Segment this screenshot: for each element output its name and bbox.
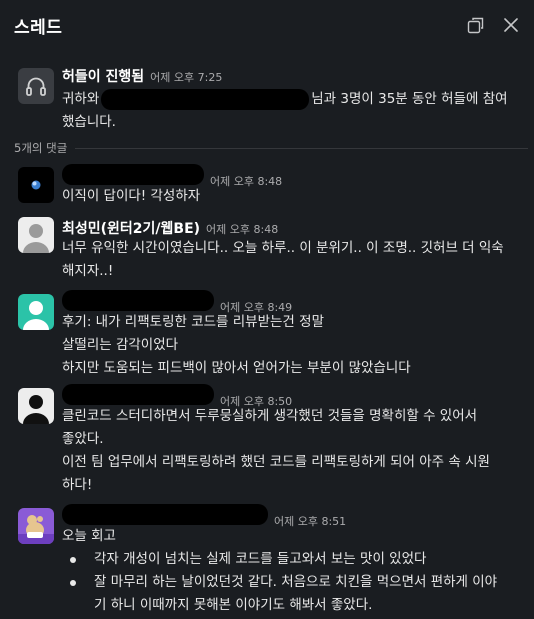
avatar[interactable] <box>18 217 54 253</box>
redacted-name <box>62 164 204 185</box>
thread-title: 스레드 <box>14 17 63 38</box>
list-item: 잘 마무리 하는 날이었던것 같다. 처음으로 치킨을 먹으면서 편하게 이야 … <box>62 571 530 617</box>
redacted-name <box>62 290 214 311</box>
reply-message: 어제 오후 8:50 클린코드 스터디하면서 두루뭉실하게 생각했던 것들을 명… <box>0 384 534 500</box>
message-time[interactable]: 어제 오후 8:48 <box>206 221 278 237</box>
thread-header: 스레드 <box>0 0 534 50</box>
avatar[interactable] <box>18 167 54 203</box>
avatar[interactable] <box>18 388 54 424</box>
close-icon[interactable] <box>502 16 520 34</box>
message-text: 오늘 회고 각자 개성이 넘치는 실제 코드를 들고와서 보는 맛이 있었다 잘… <box>62 525 530 617</box>
message-time[interactable]: 어제 오후 7:25 <box>150 69 222 85</box>
redacted-name <box>62 384 214 405</box>
message-text: 너무 유익한 시간이였습니다.. 오늘 하루.. 이 분위기.. 이 조명.. … <box>62 240 504 279</box>
open-in-window-icon[interactable] <box>466 16 484 34</box>
replies-divider: 5개의 댓글 <box>14 139 528 157</box>
redacted-name <box>101 88 310 110</box>
redacted-name <box>62 504 268 525</box>
header-actions <box>466 16 520 34</box>
list-item: 각자 개성이 넘치는 실제 코드를 들고와서 보는 맛이 있었다 <box>62 548 530 571</box>
headphones-icon <box>18 68 54 104</box>
reply-message: 어제 오후 8:49 후기: 내가 리팩토링한 코드를 리뷰받는건 정말 살떨리… <box>0 286 534 380</box>
huddle-message: 허들이 진행됨 어제 오후 7:25 귀하와 님과 3명이 35분 동안 허들에 … <box>0 66 534 134</box>
message-text: 후기: 내가 리팩토링한 코드를 리뷰받는건 정말 살떨리는 감각이었다 하지만… <box>62 314 411 376</box>
replies-count: 5개의 댓글 <box>14 141 68 155</box>
reply-message: 어제 오후 8:48 이직이 답이다! 각성하자 <box>0 160 534 208</box>
reply-message: 최성민(윈터2기/웹BE) 어제 오후 8:48 너무 유익한 시간이였습니다.… <box>0 216 534 286</box>
message-time[interactable]: 어제 오후 8:48 <box>210 173 282 189</box>
bullet-list: 각자 개성이 넘치는 실제 코드를 들고와서 보는 맛이 있었다 잘 마무리 하… <box>62 548 530 617</box>
huddle-summary: 귀하와 님과 3명이 35분 동안 허들에 참여 했습니다. <box>62 88 530 134</box>
reply-message: 어제 오후 8:51 오늘 회고 각자 개성이 넘치는 실제 코드를 들고와서 … <box>0 502 534 619</box>
message-text: 클린코드 스터디하면서 두루뭉실하게 생각했던 것들을 명확히할 수 있어서 좋… <box>62 408 490 493</box>
author-name[interactable]: 최성민(윈터2기/웹BE) <box>62 218 200 238</box>
avatar[interactable] <box>18 294 54 330</box>
huddle-title: 허들이 진행됨 <box>62 69 145 85</box>
avatar[interactable] <box>18 508 54 544</box>
message-text: 이직이 답이다! 각성하자 <box>62 188 201 204</box>
message-time[interactable]: 어제 오후 8:51 <box>274 513 346 529</box>
